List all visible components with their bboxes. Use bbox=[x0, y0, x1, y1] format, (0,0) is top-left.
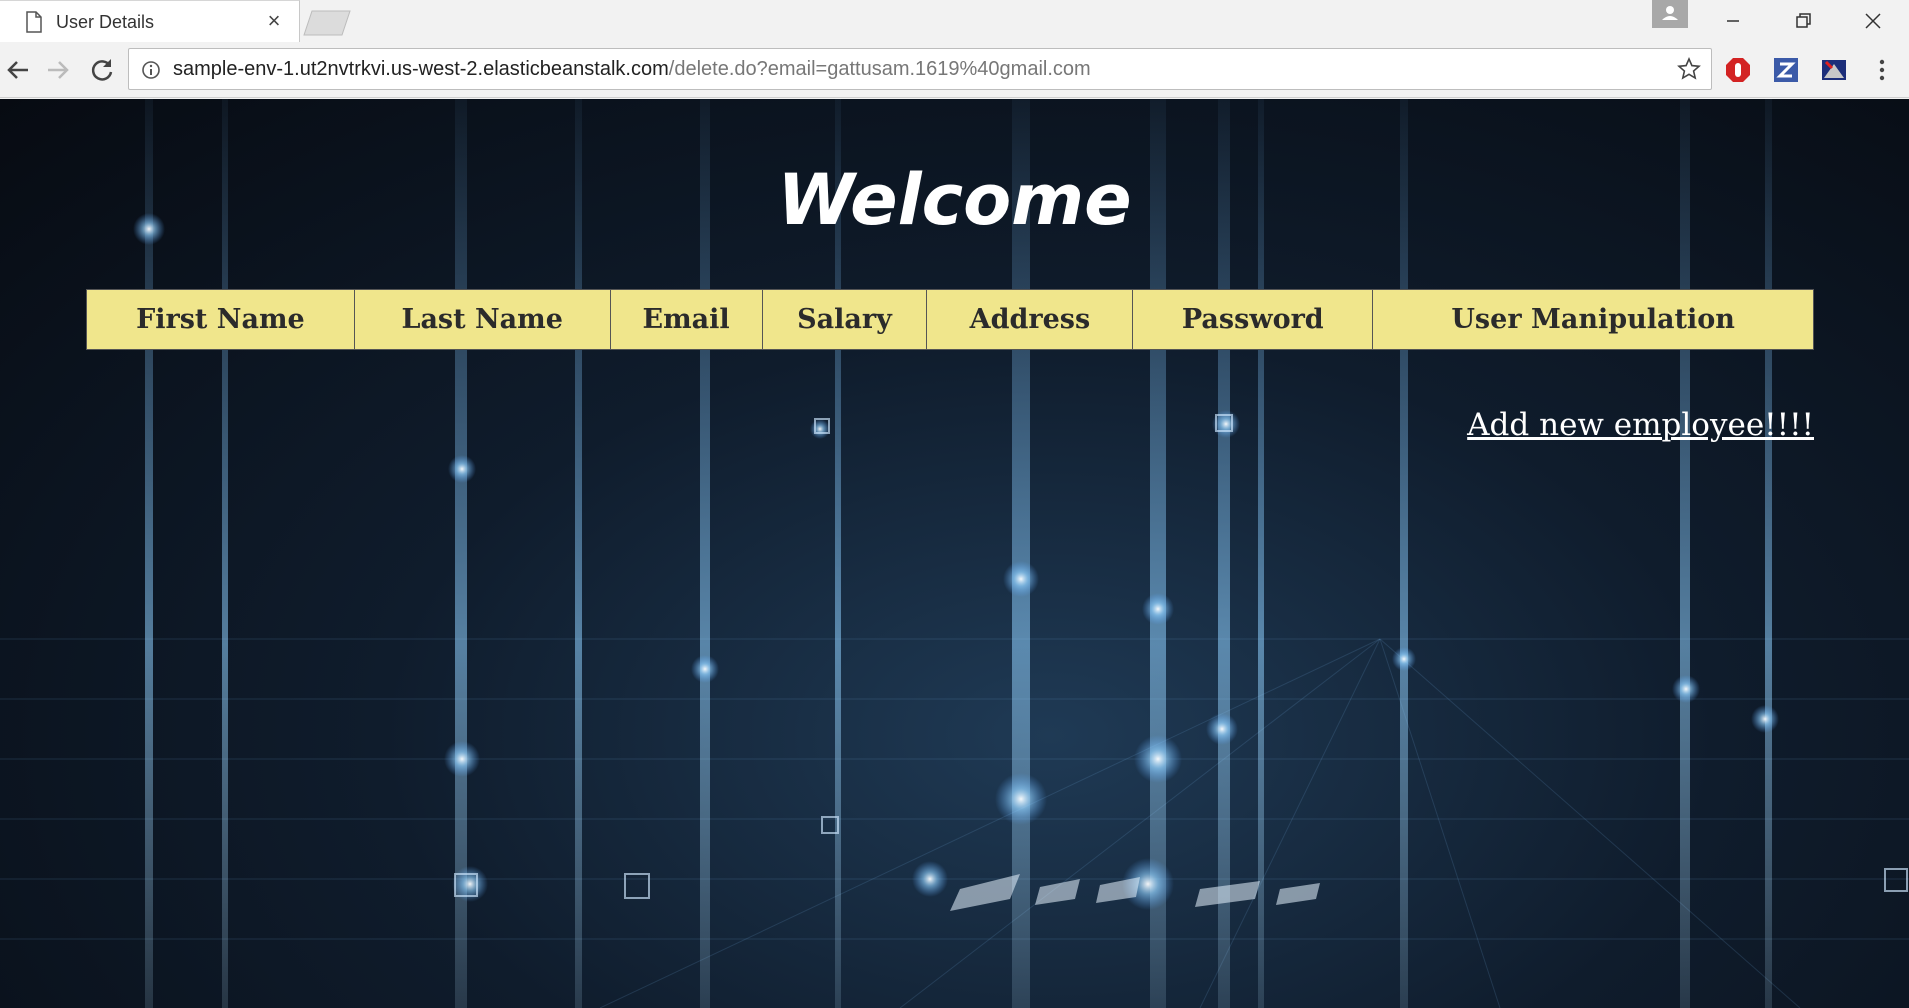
profile-avatar[interactable] bbox=[1652, 0, 1688, 28]
new-tab-button[interactable] bbox=[302, 10, 352, 36]
reload-icon[interactable] bbox=[86, 54, 118, 86]
minimize-icon[interactable] bbox=[1700, 0, 1766, 42]
person-icon bbox=[1662, 6, 1678, 20]
column-header-salary: Salary bbox=[761, 289, 928, 350]
tab-title: User Details bbox=[56, 12, 155, 32]
forward-icon[interactable] bbox=[42, 54, 74, 86]
browser-toolbar: sample-env-1.ut2nvtrkvi.us-west-2.elasti… bbox=[0, 42, 1909, 98]
tab-strip: User Details × bbox=[0, 0, 1909, 42]
info-icon[interactable] bbox=[141, 60, 161, 80]
welcome-heading: Welcome bbox=[777, 159, 1132, 241]
stop-extension-icon[interactable] bbox=[1724, 56, 1752, 84]
employee-table: First Name Last Name Email Salary Addres… bbox=[86, 289, 1814, 350]
page-content: Welcome First Name Last Name Email Salar… bbox=[0, 99, 1909, 1008]
active-tab[interactable]: User Details × bbox=[0, 0, 300, 42]
column-header-last-name: Last Name bbox=[353, 289, 611, 350]
back-icon[interactable] bbox=[2, 54, 34, 86]
restore-icon[interactable] bbox=[1770, 0, 1836, 42]
tab-close-icon[interactable]: × bbox=[264, 10, 284, 32]
star-icon[interactable] bbox=[1677, 57, 1701, 81]
flag-extension-icon[interactable] bbox=[1820, 56, 1848, 84]
add-new-employee-link[interactable]: Add new employee!!!! bbox=[1467, 407, 1814, 443]
url-text[interactable]: sample-env-1.ut2nvtrkvi.us-west-2.elasti… bbox=[173, 58, 1091, 81]
url-host: sample-env-1.ut2nvtrkvi.us-west-2.elasti… bbox=[173, 58, 669, 80]
column-header-first-name: First Name bbox=[86, 289, 355, 350]
table-header-row: First Name Last Name Email Salary Addres… bbox=[86, 289, 1814, 350]
url-path: /delete.do?email=gattusam.1619%40gmail.c… bbox=[668, 58, 1091, 80]
close-window-icon[interactable] bbox=[1840, 0, 1906, 42]
z-extension-icon[interactable] bbox=[1772, 56, 1800, 84]
column-header-user-manipulation: User Manipulation bbox=[1372, 289, 1814, 350]
column-header-address: Address bbox=[926, 289, 1134, 350]
column-header-password: Password bbox=[1132, 289, 1374, 350]
column-header-email: Email bbox=[609, 289, 763, 350]
address-bar[interactable]: sample-env-1.ut2nvtrkvi.us-west-2.elasti… bbox=[128, 48, 1712, 90]
document-icon bbox=[26, 11, 42, 33]
menu-icon[interactable] bbox=[1868, 56, 1896, 84]
